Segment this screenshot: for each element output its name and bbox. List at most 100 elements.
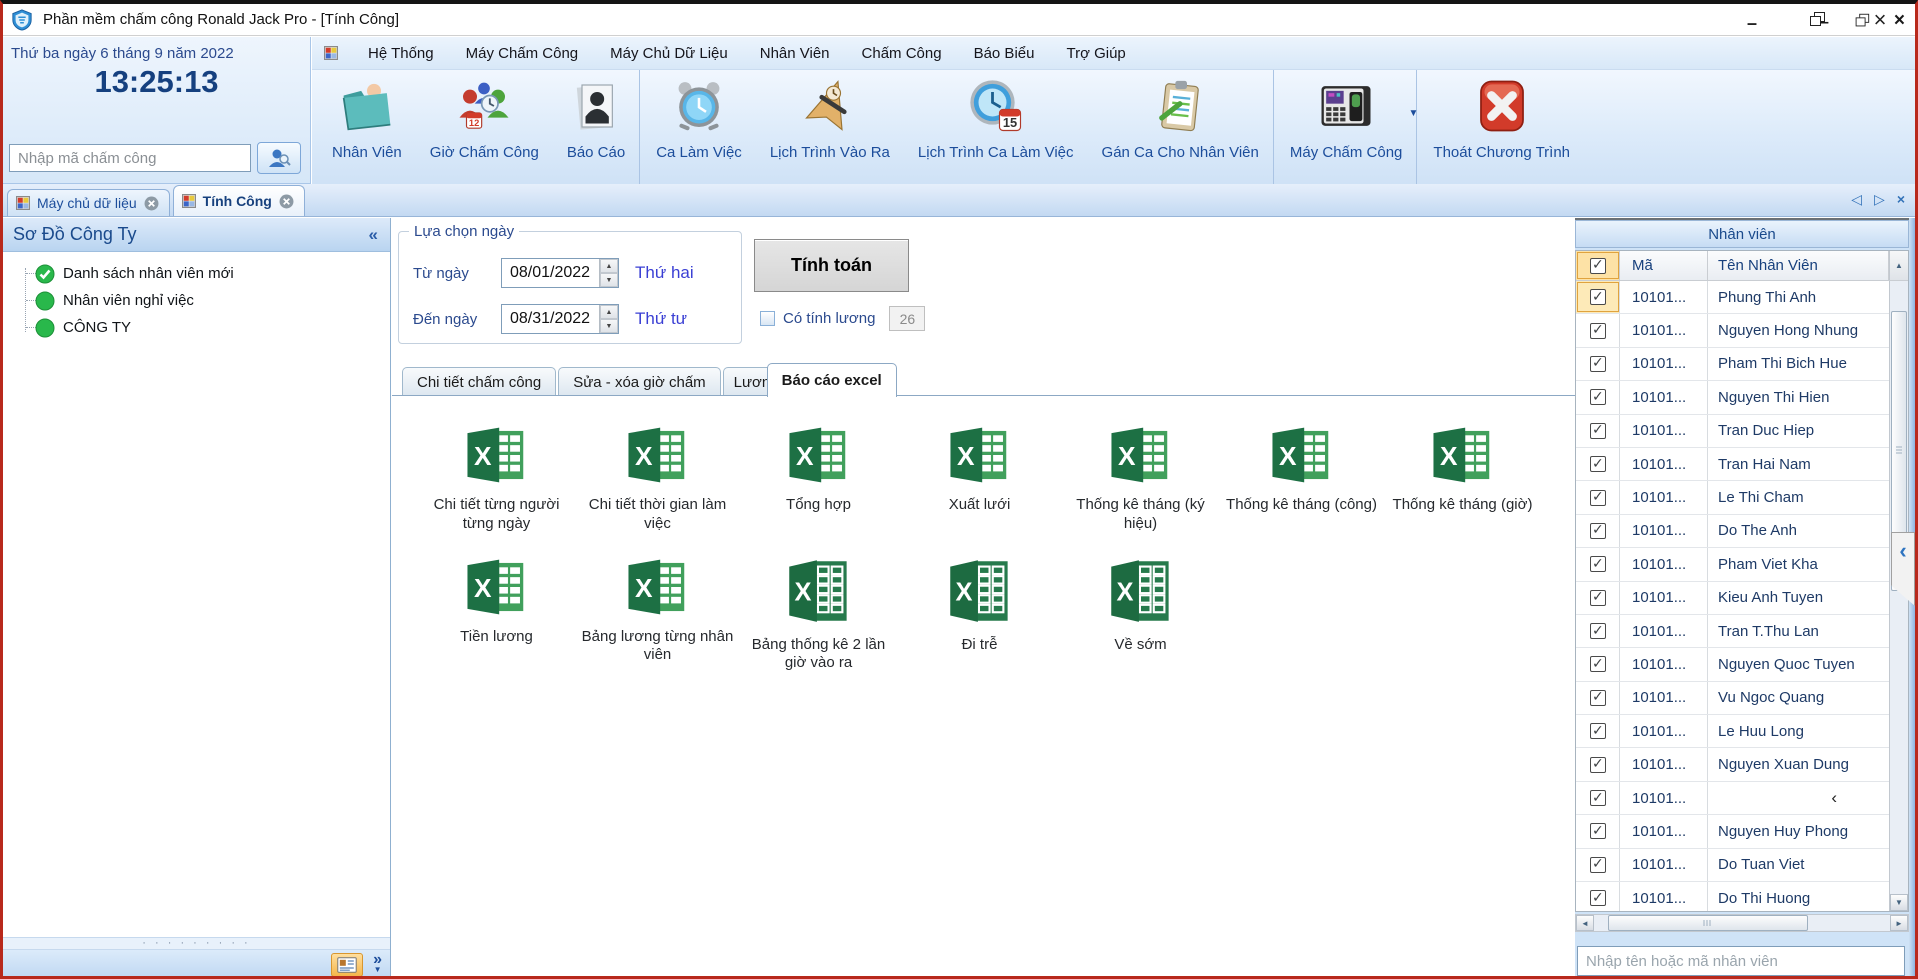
excel-report-item[interactable]: Xuất lưới (899, 424, 1060, 515)
select-all-checkbox[interactable] (1576, 251, 1620, 280)
row-checkbox[interactable] (1576, 515, 1620, 547)
menu-item[interactable]: Báo Biểu (958, 40, 1051, 67)
attendance-code-input[interactable] (9, 144, 251, 172)
employee-row[interactable]: 10101... Nguyen Xuan Dung (1576, 748, 1889, 781)
mdi-close-button[interactable]: × (1894, 10, 1905, 32)
excel-report-item[interactable]: Chi tiết thời gian làm việc (577, 424, 738, 534)
more-buttons-menu[interactable]: » ▼ (373, 955, 382, 975)
to-date-field[interactable]: 08/31/2022 ▲ ▼ (501, 304, 619, 334)
dropdown-arrow-icon[interactable]: ▼ (1409, 108, 1419, 119)
tab-close-all-icon[interactable]: × (1897, 191, 1905, 208)
toolbar-button[interactable]: Thoát Chương Trình (1419, 70, 1584, 184)
salary-days-field[interactable]: 26 (889, 306, 925, 331)
mdi-tab[interactable]: Tính Công (173, 185, 305, 216)
employee-row[interactable]: 10101... Vu Ngoc Quang (1576, 682, 1889, 715)
employee-row[interactable]: 10101... Nguyen Quoc Tuyen (1576, 648, 1889, 681)
tree-item[interactable]: Danh sách nhân viên mới (19, 260, 390, 287)
tree-item[interactable]: CÔNG TY (19, 314, 390, 341)
spin-down-icon[interactable]: ▼ (600, 273, 618, 287)
row-checkbox[interactable] (1576, 815, 1620, 847)
mdi-restore-button[interactable] (1855, 15, 1868, 27)
mdi-minimize-button[interactable]: – (1820, 9, 1829, 32)
toolbar-button[interactable]: Gán Ca Cho Nhân Viên (1088, 70, 1274, 184)
scroll-up-icon[interactable]: ▲ (1889, 251, 1908, 280)
scroll-left-icon[interactable]: ◄ (1576, 915, 1594, 931)
spin-up-icon[interactable]: ▲ (600, 305, 618, 319)
tab-scroll-left-icon[interactable]: ◁ (1851, 191, 1862, 208)
menu-item[interactable]: Trợ Giúp (1050, 40, 1141, 67)
excel-report-item[interactable]: Thống kê tháng (ký hiệu) (1060, 424, 1221, 534)
employee-row[interactable]: 10101... Pham Viet Kha (1576, 548, 1889, 581)
sidebar-splitter[interactable]: · · · · · · · · · (3, 937, 390, 950)
employee-row[interactable]: 10101... Le Thi Cham (1576, 481, 1889, 514)
report-tab[interactable]: Báo cáo excel (767, 363, 897, 397)
scroll-down-icon[interactable]: ▼ (1890, 894, 1908, 911)
row-checkbox[interactable] (1576, 782, 1620, 814)
row-checkbox[interactable] (1576, 314, 1620, 346)
from-date-spinner[interactable]: ▲ ▼ (599, 259, 618, 287)
row-checkbox[interactable] (1576, 582, 1620, 614)
menu-item[interactable]: Chấm Công (846, 40, 958, 67)
employee-row[interactable]: 10101... Nguyen Huy Phong (1576, 815, 1889, 848)
employee-row[interactable]: 10101... ‹ (1576, 782, 1889, 815)
row-checkbox[interactable] (1576, 548, 1620, 580)
salary-checkbox[interactable] (760, 311, 775, 326)
row-checkbox[interactable] (1576, 882, 1620, 911)
employee-row[interactable]: 10101... Do Thi Huong (1576, 882, 1889, 911)
row-checkbox[interactable] (1576, 715, 1620, 747)
report-tab[interactable]: Sửa - xóa giờ chấm (558, 367, 720, 396)
to-date-spinner[interactable]: ▲ ▼ (599, 305, 618, 333)
spin-up-icon[interactable]: ▲ (600, 259, 618, 273)
row-checkbox[interactable] (1576, 748, 1620, 780)
excel-report-item[interactable]: Tiền lương (416, 556, 577, 647)
employee-row[interactable]: 10101... Nguyen Thi Hien (1576, 381, 1889, 414)
code-column-header[interactable]: Mã (1620, 251, 1708, 280)
excel-report-item[interactable]: Bảng lương từng nhân viên (577, 556, 738, 666)
row-checkbox[interactable] (1576, 281, 1620, 313)
collapse-sidebar-icon[interactable]: « (369, 225, 378, 245)
contact-card-button[interactable] (331, 953, 363, 977)
employee-row[interactable]: 10101... Phung Thi Anh (1576, 281, 1889, 314)
row-checkbox[interactable] (1576, 849, 1620, 881)
employee-filter-input[interactable] (1577, 946, 1905, 976)
employee-row[interactable]: 10101... Pham Thi Bich Hue (1576, 348, 1889, 381)
toolbar-button[interactable]: Nhân Viên (318, 70, 416, 184)
excel-report-item[interactable]: Đi trễ (899, 556, 1060, 655)
employee-row[interactable]: 10101... Nguyen Hong Nhung (1576, 314, 1889, 347)
toolbar-button[interactable]: Giờ Chấm Công (416, 70, 553, 184)
menu-item[interactable]: Nhân Viên (744, 40, 846, 67)
calculate-button[interactable]: Tính toán (754, 239, 909, 292)
from-date-field[interactable]: 08/01/2022 ▲ ▼ (501, 258, 619, 288)
mdi-tab[interactable]: Máy chủ dữ liệu (7, 189, 170, 216)
spin-down-icon[interactable]: ▼ (600, 319, 618, 333)
excel-report-item[interactable]: Tổng hợp (738, 424, 899, 515)
name-column-header[interactable]: Tên Nhân Viên (1708, 251, 1889, 280)
menu-item[interactable]: Máy Chủ Dữ Liệu (594, 40, 744, 67)
report-tab[interactable]: Chi tiết chấm công (402, 367, 556, 396)
employee-row[interactable]: 10101... Le Huu Long (1576, 715, 1889, 748)
employee-row[interactable]: 10101... Kieu Anh Tuyen (1576, 582, 1889, 615)
toolbar-button[interactable]: Ca Làm Việc (642, 70, 756, 184)
toolbar-button[interactable]: Lịch Trình Vào Ra (756, 70, 904, 184)
excel-report-item[interactable]: Chi tiết từng người từng ngày (416, 424, 577, 534)
menu-item[interactable]: Máy Chấm Công (450, 40, 595, 67)
excel-report-item[interactable]: Thống kê tháng (giờ) (1382, 424, 1543, 515)
minimize-button[interactable]: – (1737, 7, 1767, 33)
tab-close-icon[interactable] (144, 196, 159, 211)
scrollbar-thumb[interactable] (1608, 915, 1808, 931)
row-checkbox[interactable] (1576, 448, 1620, 480)
employee-row[interactable]: 10101... Tran T.Thu Lan (1576, 615, 1889, 648)
toolbar-button[interactable]: Báo Cáo (553, 70, 640, 184)
excel-report-item[interactable]: Bảng thống kê 2 lần giờ vào ra (738, 556, 899, 674)
tab-close-icon[interactable] (279, 194, 294, 209)
employee-row[interactable]: 10101... Tran Hai Nam (1576, 448, 1889, 481)
employee-row[interactable]: 10101... Do The Anh (1576, 515, 1889, 548)
lookup-employee-button[interactable] (257, 142, 301, 174)
menu-item[interactable]: Hệ Thống (352, 40, 450, 67)
row-checkbox[interactable] (1576, 348, 1620, 380)
row-checkbox[interactable] (1576, 682, 1620, 714)
employee-row[interactable]: 10101... Do Tuan Viet (1576, 849, 1889, 882)
toolbar-button[interactable]: ▼ Máy Chấm Công (1276, 70, 1418, 184)
excel-report-item[interactable]: Về sớm (1060, 556, 1221, 655)
horizontal-scrollbar[interactable]: ◄ ► (1575, 914, 1909, 932)
